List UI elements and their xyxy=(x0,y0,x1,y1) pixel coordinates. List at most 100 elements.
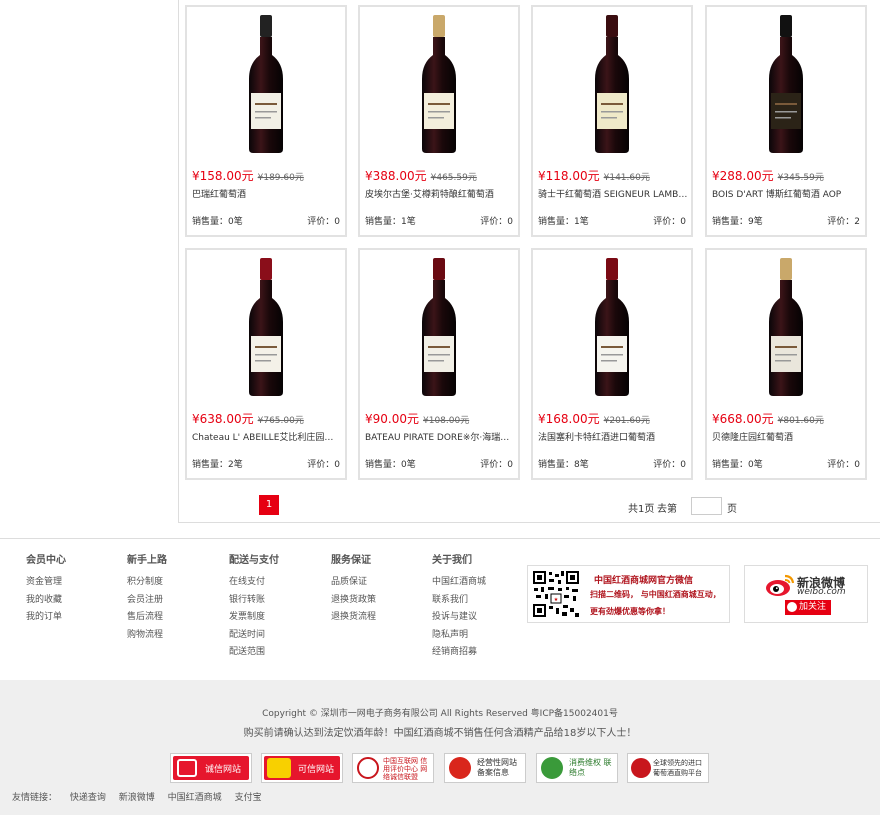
badge-label: 诚信网站 xyxy=(205,765,242,775)
weibo-small-icon xyxy=(787,602,797,612)
friend-link[interactable]: 中国红酒商城 xyxy=(168,793,222,803)
seal-icon xyxy=(357,757,379,779)
product-image[interactable] xyxy=(707,250,865,405)
footer-link[interactable]: 会员注册 xyxy=(127,592,167,610)
wechat-line1: 扫描二维码， 与中国红酒商城互动， xyxy=(590,590,721,599)
footer-col-title: 关于我们 xyxy=(432,555,472,566)
product-image[interactable] xyxy=(360,250,518,405)
wine-bottle-icon xyxy=(769,15,803,153)
product-image[interactable] xyxy=(533,250,691,405)
wine-bottle-icon xyxy=(422,15,456,153)
footer-link[interactable]: 退换货政策 xyxy=(331,592,376,610)
product-old-price: ¥141.60元 xyxy=(603,173,650,183)
product-card[interactable]: ¥668.00元 ¥801.60元 贝德隆庄园红葡萄酒 销售量：0笔 评价：0 xyxy=(705,248,867,480)
friend-link[interactable]: 快递查询 xyxy=(70,793,106,803)
product-price: ¥288.00元 xyxy=(712,169,774,183)
product-price: ¥168.00元 xyxy=(538,412,600,426)
product-price: ¥388.00元 xyxy=(365,169,427,183)
page-goto-input[interactable] xyxy=(691,497,722,515)
product-sales: 销售量：9笔 xyxy=(712,217,763,227)
badge-beian[interactable]: 经营性网站 备案信息 xyxy=(444,753,526,783)
page-goto-label: 去第 xyxy=(657,504,677,515)
product-card[interactable]: ¥388.00元 ¥465.59元 皮埃尔古堡·艾樽莉特酿红葡萄酒 销售量：1笔 … xyxy=(358,5,520,237)
weibo-follow-button[interactable]: 加关注 xyxy=(785,600,831,615)
footer-col-service: 服务保证 品质保证 退换货政策 退换货流程 xyxy=(331,551,376,627)
footer-col-title: 新手上路 xyxy=(127,555,167,566)
friend-link[interactable]: 新浪微博 xyxy=(119,793,155,803)
product-rating: 评价：0 xyxy=(653,217,686,227)
wechat-title: 中国红酒商城网官方微信 xyxy=(594,576,694,586)
badge-chengxin[interactable]: 诚信网站 xyxy=(170,753,252,783)
footer-link[interactable]: 配送时间 xyxy=(229,627,279,645)
product-card[interactable]: ¥90.00元 ¥108.00元 BATEAU PIRATE DORE※尔·海瑞船… xyxy=(358,248,520,480)
product-image[interactable] xyxy=(360,7,518,162)
product-card[interactable]: ¥288.00元 ¥345.59元 BOIS D'ART 博斯红葡萄酒 AOP 销… xyxy=(705,5,867,237)
product-image[interactable] xyxy=(533,7,691,162)
product-name[interactable]: 法国塞利卡特红酒进口葡萄酒 xyxy=(538,430,688,443)
friend-links: 友情链接： 快递查询 新浪微博 中国红酒商城 支付宝 xyxy=(12,790,272,803)
footer-link[interactable]: 发票制度 xyxy=(229,609,279,627)
product-rating: 评价：0 xyxy=(653,460,686,470)
badge-internet[interactable]: 中国互联网 信用评价中心 网络诚信联盟 xyxy=(352,753,434,783)
footer-link[interactable]: 售后流程 xyxy=(127,609,167,627)
badge-global[interactable]: 全球领先的进口 葡萄酒直购平台 xyxy=(627,753,709,783)
badge-weiquan[interactable]: 消费维权 联络点 xyxy=(536,753,618,783)
product-rating: 评价：0 xyxy=(827,460,860,470)
product-name[interactable]: 皮埃尔古堡·艾樽莉特酿红葡萄酒 xyxy=(365,187,515,200)
footer-link[interactable]: 品质保证 xyxy=(331,574,376,592)
product-sales: 销售量：0笔 xyxy=(192,217,243,227)
friend-link[interactable]: 支付宝 xyxy=(235,793,262,803)
product-old-price: ¥801.60元 xyxy=(777,416,824,426)
page-unit-label: 页 xyxy=(727,504,737,515)
product-image[interactable] xyxy=(187,7,345,162)
product-image[interactable] xyxy=(187,250,345,405)
footer-divider xyxy=(0,538,880,539)
product-old-price: ¥345.59元 xyxy=(777,173,824,183)
product-name[interactable]: 巴瑞红葡萄酒 xyxy=(192,187,342,200)
footer-link[interactable]: 配送范围 xyxy=(229,644,279,662)
footer-link[interactable]: 银行转账 xyxy=(229,592,279,610)
footer-link[interactable]: 投诉与建议 xyxy=(432,609,486,627)
product-name[interactable]: BATEAU PIRATE DORE※尔·海瑞船法国红葡萄酒 xyxy=(365,430,515,443)
product-card[interactable]: ¥638.00元 ¥765.00元 Chateau L' ABEILLE艾比利庄园… xyxy=(185,248,347,480)
weibo-promo[interactable]: 新浪微博 weibo.com 加关注 xyxy=(744,565,868,623)
footer-link[interactable]: 资金管理 xyxy=(26,574,66,592)
product-name[interactable]: 贝德隆庄园红葡萄酒 xyxy=(712,430,862,443)
product-old-price: ¥465.59元 xyxy=(430,173,477,183)
footer-link[interactable]: 购物流程 xyxy=(127,627,167,645)
product-sales: 销售量：0笔 xyxy=(365,460,416,470)
product-name[interactable]: BOIS D'ART 博斯红葡萄酒 AOP xyxy=(712,187,862,200)
weibo-url: weibo.com xyxy=(797,587,846,597)
footer-link[interactable]: 我的订单 xyxy=(26,609,66,627)
footer-link[interactable]: 积分制度 xyxy=(127,574,167,592)
badge-label: 经营性网站 备案信息 xyxy=(477,758,517,777)
svg-text:★: ★ xyxy=(554,597,559,603)
wechat-line2: 更有劲爆优惠等你拿！ xyxy=(590,607,670,616)
footer-link[interactable]: 联系我们 xyxy=(432,592,486,610)
badge-kexin[interactable]: 可信网站 xyxy=(261,753,343,783)
weibo-follow-label: 加关注 xyxy=(799,602,827,612)
product-price: ¥90.00元 xyxy=(365,412,419,426)
copyright-text: Copyright © 深圳市一网电子商务有限公司 All Rights Res… xyxy=(262,709,618,719)
trust-icon xyxy=(267,758,291,778)
product-image[interactable] xyxy=(707,7,865,162)
footer-link[interactable]: 在线支付 xyxy=(229,574,279,592)
footer-link[interactable]: 经销商招募 xyxy=(432,644,486,662)
product-rating: 评价：2 xyxy=(827,217,860,227)
badge-label: 可信网站 xyxy=(298,765,335,775)
wine-bottle-icon xyxy=(249,15,283,153)
product-card[interactable]: ¥168.00元 ¥201.60元 法国塞利卡特红酒进口葡萄酒 销售量：8笔 评价… xyxy=(531,248,693,480)
footer-link[interactable]: 退换货流程 xyxy=(331,609,376,627)
footer-link[interactable]: 隐私声明 xyxy=(432,627,486,645)
product-card[interactable]: ¥158.00元 ¥189.60元 巴瑞红葡萄酒 销售量：0笔 评价：0 xyxy=(185,5,347,237)
page-1-button[interactable]: 1 xyxy=(259,495,279,515)
wechat-promo[interactable]: ★ 中国红酒商城网官方微信 扫描二维码， 与中国红酒商城互动， 更有劲爆优惠等你… xyxy=(527,565,730,623)
footer-link[interactable]: 我的收藏 xyxy=(26,592,66,610)
product-name[interactable]: Chateau L' ABEILLE艾比利庄园红葡萄酒 xyxy=(192,430,342,443)
badge-label: 全球领先的进口 葡萄酒直购平台 xyxy=(653,759,702,777)
product-card[interactable]: ¥118.00元 ¥141.60元 骑士干红葡萄酒 SEIGNEUR LAMBER… xyxy=(531,5,693,237)
footer-link[interactable]: 中国红酒商城 xyxy=(432,574,486,592)
product-name[interactable]: 骑士干红葡萄酒 SEIGNEUR LAMBERT xyxy=(538,187,688,200)
wine-bottle-icon xyxy=(249,258,283,396)
product-sales: 销售量：0笔 xyxy=(712,460,763,470)
